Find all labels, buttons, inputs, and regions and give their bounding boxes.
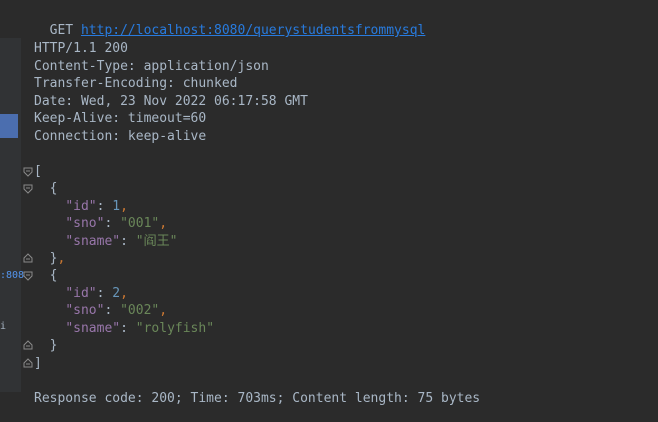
json-close-bracket: ] <box>34 356 42 371</box>
side-port-fragment: :808 <box>0 270 25 281</box>
json-object-close: }, <box>49 251 66 266</box>
json-object-open: { <box>49 268 58 283</box>
side-strip-top <box>0 0 21 38</box>
json-object-open: { <box>49 181 58 196</box>
json-field-sno: "sno": "001", <box>65 216 168 231</box>
request-line: GET http://localhost:8080/querystudentsf… <box>34 5 426 38</box>
response-summary: Response code: 200; Time: 703ms; Content… <box>34 391 481 406</box>
fold-close-icon[interactable] <box>23 340 33 350</box>
header-content-type: Content-Type: application/json <box>34 59 269 74</box>
side-marker: i <box>0 321 7 332</box>
json-field-sno: "sno": "002", <box>65 303 168 318</box>
fold-open-icon[interactable] <box>23 184 33 194</box>
header-connection: Connection: keep-alive <box>34 129 207 144</box>
status-line: HTTP/1.1 200 <box>34 41 128 56</box>
request-url-link[interactable]: http://localhost:8080/querystudentsfromm… <box>81 23 425 38</box>
json-open-bracket: [ <box>34 164 42 179</box>
json-field-id: "id": 2, <box>65 286 128 301</box>
fold-close-icon[interactable] <box>23 253 33 263</box>
header-date: Date: Wed, 23 Nov 2022 06:17:58 GMT <box>34 94 308 109</box>
header-transfer-encoding: Transfer-Encoding: chunked <box>34 76 238 91</box>
json-object-close: } <box>49 338 58 353</box>
request-method: GET <box>49 23 74 38</box>
json-field-id: "id": 1, <box>65 199 128 214</box>
side-strip-bottom <box>0 392 21 422</box>
fold-close-icon[interactable] <box>23 358 33 368</box>
fold-open-icon[interactable] <box>23 271 33 281</box>
fold-open-icon[interactable] <box>23 167 33 177</box>
header-keep-alive: Keep-Alive: timeout=60 <box>34 111 207 126</box>
selected-file-indicator[interactable] <box>0 114 18 138</box>
json-field-sname: "sname": "rolyfish" <box>65 321 215 336</box>
json-field-sname: "sname": "阎王" <box>65 234 178 249</box>
side-panel-strip: :808 i <box>0 0 25 422</box>
